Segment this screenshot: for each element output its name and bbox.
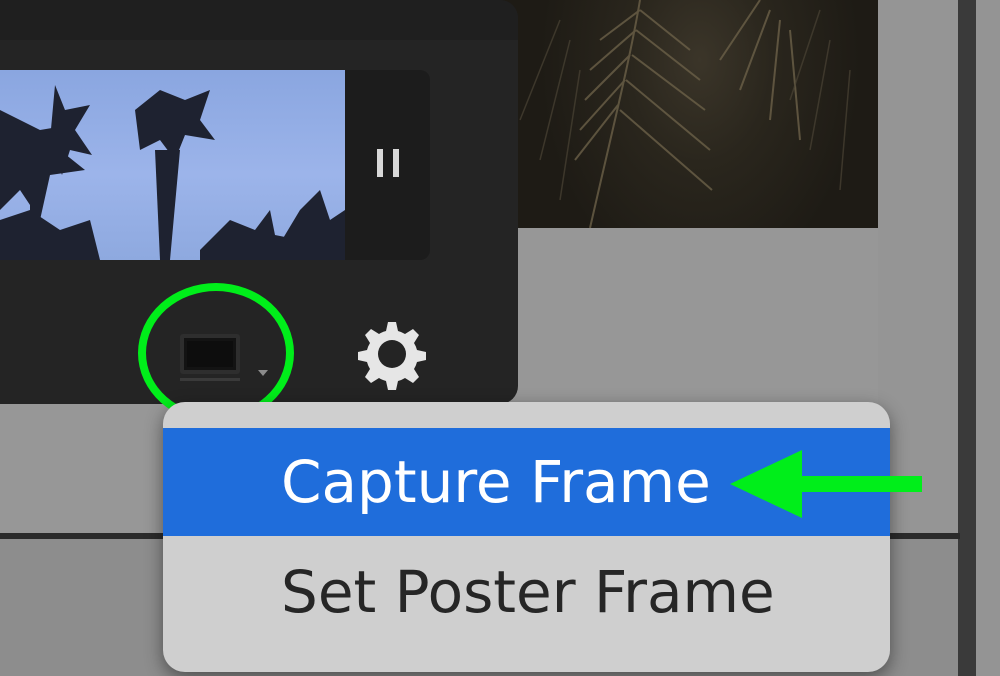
panel-top-strip [0, 0, 518, 40]
right-edge [976, 0, 1000, 676]
menu-item-capture-frame[interactable]: Capture Frame [163, 428, 890, 536]
settings-button[interactable] [356, 318, 428, 390]
right-divider [958, 0, 976, 676]
right-gutter [878, 0, 958, 535]
chevron-down-icon [258, 370, 268, 376]
video-thumbnail[interactable] [0, 70, 345, 260]
capture-frame-button[interactable] [172, 328, 272, 388]
context-menu: Capture Frame Set Poster Frame [163, 402, 890, 672]
frame-icon-base [180, 378, 240, 381]
menu-item-set-poster-frame[interactable]: Set Poster Frame [163, 538, 890, 646]
pause-button[interactable] [345, 70, 430, 260]
frame-capture-icon [180, 334, 240, 374]
gear-icon [358, 322, 426, 390]
pause-icon [372, 148, 404, 182]
